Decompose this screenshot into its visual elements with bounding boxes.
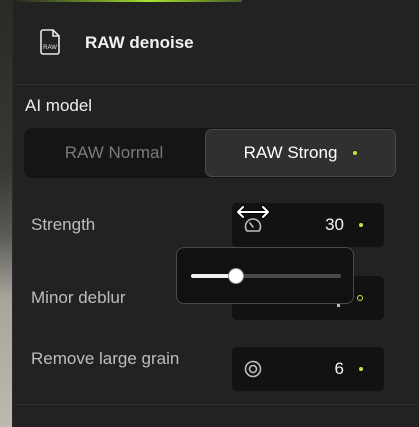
background-photo-strip xyxy=(0,0,12,427)
remove-large-grain-field[interactable]: 6 xyxy=(232,347,384,391)
raw-strong-option[interactable]: RAW Strong xyxy=(205,129,396,177)
target-icon xyxy=(244,360,262,378)
svg-text:RAW: RAW xyxy=(43,45,57,51)
raw-file-icon: RAW xyxy=(40,29,60,55)
strength-indicator-dot xyxy=(359,223,363,227)
remove-large-grain-value: 6 xyxy=(334,359,344,378)
strength-value: 30 xyxy=(325,215,344,234)
panel-title: RAW denoise xyxy=(85,33,194,52)
minor-deblur-indicator-ring xyxy=(357,295,363,301)
horizontal-resize-cursor-icon xyxy=(236,205,270,219)
raw-normal-option[interactable]: RAW Normal xyxy=(24,128,204,178)
raw-strong-label: RAW Strong xyxy=(243,143,338,162)
minor-deblur-label: Minor deblur xyxy=(31,288,126,307)
ai-model-segmented-control: RAW Normal RAW Strong xyxy=(24,128,396,178)
strength-label: Strength xyxy=(31,215,96,234)
panel-bottom-divider xyxy=(12,404,419,405)
remove-large-grain-label: Remove large grain xyxy=(31,349,180,368)
ai-model-label: AI model xyxy=(25,96,93,115)
raw-normal-label: RAW Normal xyxy=(64,143,164,162)
remove-large-grain-indicator-dot xyxy=(359,367,363,371)
strength-slider-popover xyxy=(176,247,354,304)
changed-indicator-dot xyxy=(353,151,358,155)
panel-header[interactable]: RAW RAW denoise xyxy=(12,0,419,85)
strength-slider-thumb[interactable] xyxy=(229,269,243,283)
strength-slider-track[interactable] xyxy=(191,269,341,283)
